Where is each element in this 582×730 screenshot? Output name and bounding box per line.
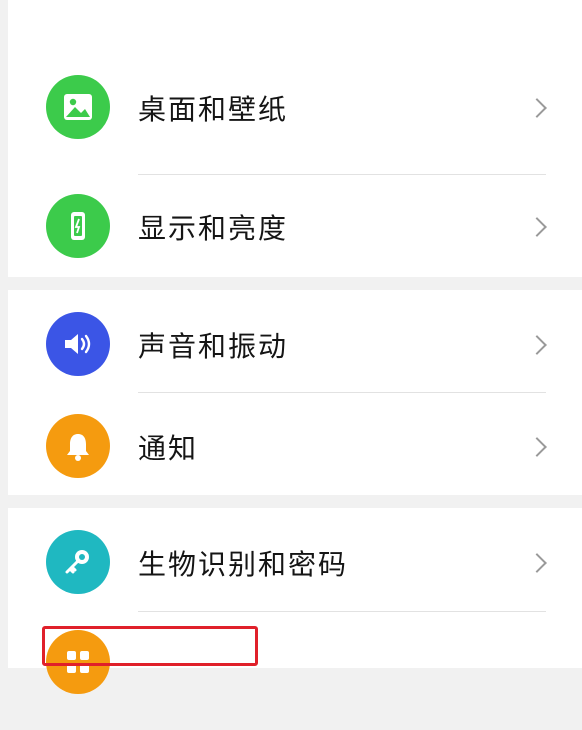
setting-label: 通知	[138, 432, 199, 465]
settings-group-display: 桌面和壁纸 显示和亮度	[8, 0, 582, 277]
divider	[138, 174, 546, 175]
divider	[138, 392, 546, 393]
setting-label: 声音和振动	[138, 330, 289, 363]
setting-item-wallpaper[interactable]: 桌面和壁纸	[8, 75, 582, 175]
setting-label: 显示和亮度	[138, 212, 289, 245]
chevron-right-icon	[527, 335, 547, 355]
setting-label: 桌面和壁纸	[138, 93, 289, 126]
key-icon	[46, 530, 110, 594]
bell-icon	[46, 414, 110, 478]
setting-item-sound[interactable]: 声音和振动	[8, 312, 582, 412]
chevron-right-icon	[527, 98, 547, 118]
chevron-right-icon	[527, 217, 547, 237]
sound-icon	[46, 312, 110, 376]
setting-item-notifications[interactable]: 通知	[8, 414, 582, 514]
display-brightness-icon	[46, 194, 110, 258]
wallpaper-icon	[46, 75, 110, 139]
divider	[138, 611, 546, 612]
highlight-box	[42, 626, 258, 666]
chevron-right-icon	[527, 437, 547, 457]
setting-item-display[interactable]: 显示和亮度	[8, 194, 582, 294]
setting-item-biometrics[interactable]: 生物识别和密码	[8, 530, 582, 630]
chevron-right-icon	[527, 553, 547, 573]
setting-label: 生物识别和密码	[138, 548, 349, 581]
settings-group-sound: 声音和振动 通知	[8, 290, 582, 495]
